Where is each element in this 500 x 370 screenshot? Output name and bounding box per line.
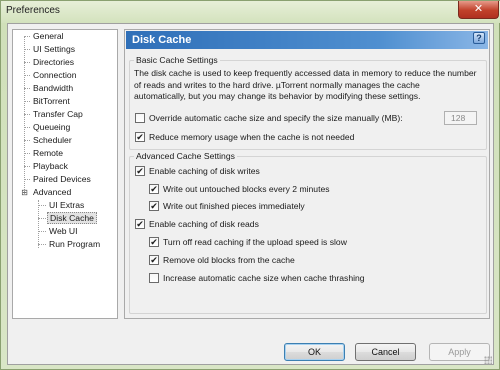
- tree-item-label: UI Extras: [49, 200, 85, 210]
- tree-item-transfer-cap[interactable]: Transfer Cap: [31, 108, 85, 120]
- tree-item-label: BitTorrent: [33, 96, 70, 106]
- tree-connector: [24, 127, 30, 128]
- resize-grip-icon[interactable]: [484, 356, 492, 364]
- category-tree[interactable]: General UI Settings Directories Connecti…: [12, 29, 118, 319]
- tree-item-label: Scheduler: [33, 135, 72, 145]
- close-icon: ✕: [473, 3, 484, 15]
- tree-item-label: Queueing: [33, 122, 71, 132]
- advanced-cache-group: [129, 156, 487, 314]
- reduce-label: Reduce memory usage when the cache is no…: [149, 132, 355, 142]
- tree-connector: [38, 231, 46, 232]
- remove-old-label: Remove old blocks from the cache: [163, 255, 295, 265]
- tree-item-label: Run Program: [49, 239, 101, 249]
- check-icon[interactable]: ✔: [135, 166, 145, 176]
- tree-connector: [24, 36, 30, 37]
- tree-item-bandwidth[interactable]: Bandwidth: [31, 82, 75, 94]
- close-button[interactable]: ✕: [458, 1, 499, 19]
- tree-item-label: Remote: [33, 148, 64, 158]
- tree-connector: [24, 114, 30, 115]
- tree-item-remote[interactable]: Remote: [31, 147, 65, 159]
- tree-item-label: Playback: [33, 161, 68, 171]
- tree-connector: [24, 62, 30, 63]
- basic-cache-group-title: Basic Cache Settings: [134, 55, 220, 65]
- tree-connector: [24, 179, 30, 180]
- tree-item-connection[interactable]: Connection: [31, 69, 78, 81]
- window-title: Preferences: [6, 5, 60, 16]
- preferences-window: Preferences ✕ General UI Settings Direct…: [0, 0, 500, 370]
- check-icon[interactable]: ✔: [135, 132, 145, 142]
- tree-connector: [24, 36, 25, 194]
- help-icon[interactable]: ?: [473, 32, 485, 44]
- check-icon[interactable]: ✔: [149, 184, 159, 194]
- tree-item-label: General: [33, 31, 64, 41]
- tree-connector: [38, 244, 46, 245]
- tree-item-label: Bandwidth: [33, 83, 74, 93]
- check-icon[interactable]: ✔: [149, 237, 159, 247]
- tree-item-directories[interactable]: Directories: [31, 56, 76, 68]
- check-icon[interactable]: ✔: [149, 201, 159, 211]
- collapse-icon[interactable]: ⊟: [20, 188, 29, 197]
- tree-connector: [24, 166, 30, 167]
- write-finished-label: Write out finished pieces immediately: [163, 201, 305, 211]
- increase-checkbox-box[interactable]: [149, 273, 159, 283]
- tree-connector: [24, 88, 30, 89]
- panel-header: Disk Cache: [126, 31, 488, 49]
- enable-writes-label: Enable caching of disk writes: [149, 166, 260, 176]
- tree-item-web-ui[interactable]: Web UI: [47, 225, 80, 237]
- tree-item-ui-extras[interactable]: UI Extras: [47, 199, 86, 211]
- title-bar[interactable]: Preferences ✕: [1, 1, 500, 23]
- tree-item-paired-devices[interactable]: Paired Devices: [31, 173, 93, 185]
- tree-item-label: UI Settings: [33, 44, 76, 54]
- increase-auto-label: Increase automatic cache size when cache…: [163, 273, 365, 283]
- description-line: automatically, but you may change its be…: [134, 91, 421, 101]
- apply-button[interactable]: Apply: [429, 343, 490, 361]
- override-checkbox-box[interactable]: [135, 113, 145, 123]
- tree-item-label: Connection: [33, 70, 77, 80]
- tree-connector: [24, 153, 30, 154]
- tree-item-disk-cache[interactable]: Disk Cache: [47, 212, 97, 224]
- check-icon[interactable]: ✔: [149, 255, 159, 265]
- tree-item-advanced[interactable]: Advanced: [31, 186, 73, 198]
- tree-item-label: Directories: [33, 57, 75, 67]
- override-label: Override automatic cache size and specif…: [149, 113, 403, 123]
- tree-connector: [24, 75, 30, 76]
- dialog-client: General UI Settings Directories Connecti…: [7, 23, 494, 365]
- write-untouched-label: Write out untouched blocks every 2 minut…: [163, 184, 330, 194]
- tree-item-general[interactable]: General: [31, 30, 66, 42]
- basic-description: The disk cache is used to keep frequentl…: [134, 68, 484, 103]
- tree-connector: [38, 200, 39, 248]
- description-line: The disk cache is used to keep frequentl…: [134, 68, 477, 78]
- tree-item-scheduler[interactable]: Scheduler: [31, 134, 74, 146]
- tree-item-label: Paired Devices: [33, 174, 91, 184]
- enable-reads-label: Enable caching of disk reads: [149, 219, 259, 229]
- tree-item-label: Web UI: [49, 226, 78, 236]
- tree-item-ui-settings[interactable]: UI Settings: [31, 43, 77, 55]
- tree-item-label: Advanced: [33, 187, 72, 197]
- tree-item-queueing[interactable]: Queueing: [31, 121, 72, 133]
- tree-connector: [24, 101, 30, 102]
- tree-item-playback[interactable]: Playback: [31, 160, 70, 172]
- tree-item-run-program[interactable]: Run Program: [47, 238, 102, 250]
- turn-off-read-label: Turn off read caching if the upload spee…: [163, 237, 347, 247]
- tree-connector: [38, 205, 46, 206]
- check-icon[interactable]: ✔: [135, 219, 145, 229]
- ok-button[interactable]: OK: [284, 343, 345, 361]
- cache-size-field[interactable]: 128: [444, 111, 477, 125]
- tree-item-bittorrent[interactable]: BitTorrent: [31, 95, 72, 107]
- settings-panel: Disk Cache ? Basic Cache Settings The di…: [124, 29, 490, 319]
- description-line: of reads and writes to the hard drive. µ…: [134, 79, 420, 90]
- advanced-cache-group-title: Advanced Cache Settings: [134, 151, 237, 161]
- tree-item-label: Transfer Cap: [33, 109, 83, 119]
- cancel-button[interactable]: Cancel: [355, 343, 416, 361]
- tree-connector: [24, 140, 30, 141]
- tree-connector: [38, 218, 46, 219]
- tree-item-label: Disk Cache: [47, 212, 97, 224]
- panel-title: Disk Cache: [132, 34, 192, 46]
- tree-connector: [24, 49, 30, 50]
